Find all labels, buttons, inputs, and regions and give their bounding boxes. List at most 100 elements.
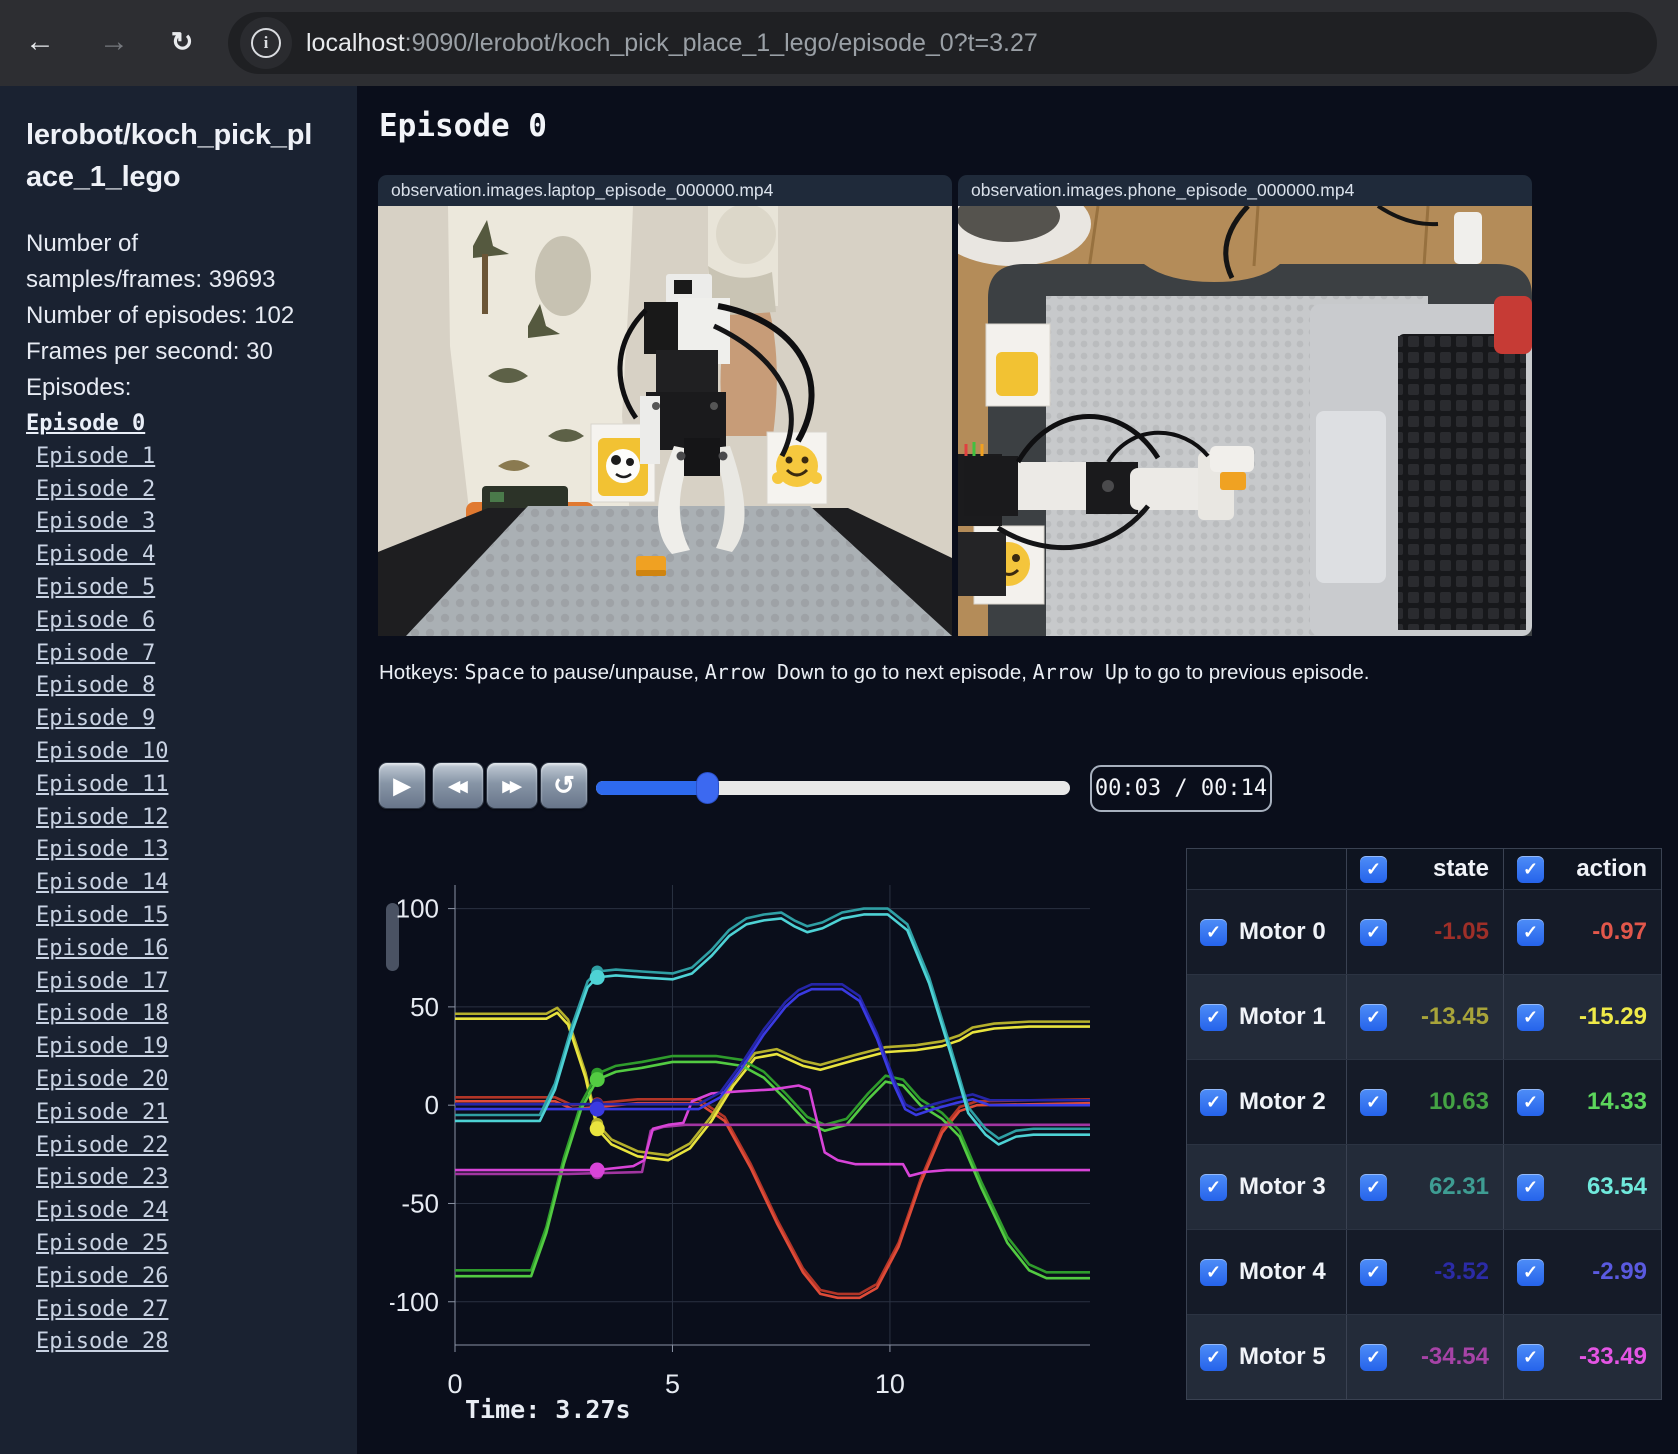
motor-name: Motor 1 <box>1239 1003 1326 1030</box>
episode-link[interactable]: Episode 20 <box>26 1064 168 1097</box>
episode-link[interactable]: Episode 2 <box>26 474 168 507</box>
episode-link[interactable]: Episode 10 <box>26 736 168 769</box>
state-column-checkbox[interactable]: ✓ <box>1360 855 1387 883</box>
episode-link[interactable]: Episode 23 <box>26 1162 168 1195</box>
stat-line: samples/frames: 39693 <box>26 266 276 293</box>
episodes-label: Episodes: <box>26 374 132 401</box>
action-value: 63.54 <box>1586 1173 1647 1200</box>
episode-link[interactable]: Episode 13 <box>26 834 168 867</box>
site-info-button[interactable]: i <box>240 17 292 69</box>
play-icon: ▶ <box>393 772 411 798</box>
svg-text:0: 0 <box>425 1090 439 1120</box>
browser-back-icon[interactable]: ← <box>18 20 62 64</box>
episode-link[interactable]: Episode 0 <box>26 408 168 441</box>
motor-chart[interactable]: -100 -50 0 50 100 0 5 10 <box>387 855 1100 1415</box>
episode-link[interactable]: Episode 17 <box>26 966 168 999</box>
episode-link[interactable]: Episode 22 <box>26 1130 168 1163</box>
sidebar: lerobot/koch_pick_place_1_lego Number of… <box>0 86 357 1454</box>
episode-link[interactable]: Episode 11 <box>26 769 168 802</box>
action-checkbox[interactable]: ✓ <box>1517 1343 1544 1371</box>
motor-row-checkbox[interactable]: ✓ <box>1200 918 1227 946</box>
state-value: -3.52 <box>1434 1258 1489 1285</box>
episode-link[interactable]: Episode 18 <box>26 998 168 1031</box>
loop-button[interactable]: ↺ <box>540 762 588 809</box>
episode-link[interactable]: Episode 12 <box>26 802 168 835</box>
episode-link[interactable]: Episode 14 <box>26 867 168 900</box>
episode-link[interactable]: Episode 4 <box>26 539 168 572</box>
time-display: 00:03 / 00:14 <box>1090 765 1272 812</box>
page-title: Episode 0 <box>379 108 547 144</box>
fast-forward-button[interactable]: ▶▶ <box>486 762 538 809</box>
seek-progress <box>596 781 708 795</box>
action-checkbox[interactable]: ✓ <box>1517 918 1544 946</box>
motor-row-checkbox[interactable]: ✓ <box>1200 1258 1227 1286</box>
action-checkbox[interactable]: ✓ <box>1517 1173 1544 1201</box>
action-checkbox[interactable]: ✓ <box>1517 1088 1544 1116</box>
episode-link[interactable]: Episode 28 <box>26 1326 168 1359</box>
address-bar[interactable]: i localhost:9090/lerobot/koch_pick_place… <box>228 12 1657 74</box>
episode-link[interactable]: Episode 6 <box>26 605 168 638</box>
browser-reload-icon[interactable]: ↻ <box>160 20 204 64</box>
episode-link[interactable]: Episode 21 <box>26 1097 168 1130</box>
browser-forward-icon[interactable]: → <box>92 20 136 64</box>
motor-name: Motor 4 <box>1239 1258 1326 1285</box>
state-value: -34.54 <box>1420 1343 1489 1370</box>
episode-link[interactable]: Episode 5 <box>26 572 168 605</box>
action-column-header: action <box>1576 855 1647 882</box>
stat-line: Frames per second: 30 <box>26 338 273 365</box>
action-column-checkbox[interactable]: ✓ <box>1517 855 1544 883</box>
hotkey-arrow-down: Arrow Down <box>704 660 826 684</box>
play-button[interactable]: ▶ <box>378 762 426 809</box>
motor-row: ✓ Motor 3 ✓ 62.31 ✓ 63.54 <box>1187 1145 1661 1230</box>
state-checkbox[interactable]: ✓ <box>1360 1173 1387 1201</box>
state-checkbox[interactable]: ✓ <box>1360 1088 1387 1116</box>
motor-chart-container: -100 -50 0 50 100 0 5 10 <box>387 855 1100 1420</box>
episode-link[interactable]: Episode 16 <box>26 933 168 966</box>
motor-row-checkbox[interactable]: ✓ <box>1200 1343 1227 1371</box>
action-checkbox[interactable]: ✓ <box>1517 1003 1544 1031</box>
lego-brick <box>1220 472 1246 490</box>
episode-link[interactable]: Episode 25 <box>26 1228 168 1261</box>
episode-link[interactable]: Episode 1 <box>26 441 168 474</box>
action-value: 14.33 <box>1586 1088 1647 1115</box>
loop-icon: ↺ <box>553 770 575 800</box>
state-checkbox[interactable]: ✓ <box>1360 1003 1387 1031</box>
phone-video[interactable] <box>958 206 1532 636</box>
state-cell: ✓ -34.54 <box>1347 1315 1504 1399</box>
motor-name-cell: ✓ Motor 2 <box>1187 1060 1347 1144</box>
motor-row-checkbox[interactable]: ✓ <box>1200 1173 1227 1201</box>
motor-row: ✓ Motor 1 ✓ -13.45 ✓ -15.29 <box>1187 975 1661 1060</box>
state-checkbox[interactable]: ✓ <box>1360 1258 1387 1286</box>
state-value: -13.45 <box>1420 1003 1489 1030</box>
state-checkbox[interactable]: ✓ <box>1360 918 1387 946</box>
info-icon: i <box>251 28 281 58</box>
state-checkbox[interactable]: ✓ <box>1360 1343 1387 1371</box>
episode-link[interactable]: Episode 8 <box>26 670 168 703</box>
episode-link[interactable]: Episode 9 <box>26 703 168 736</box>
episode-link[interactable]: Episode 19 <box>26 1031 168 1064</box>
svg-text:-100: -100 <box>390 1287 439 1317</box>
state-column-header: state <box>1432 855 1489 882</box>
episode-link[interactable]: Episode 24 <box>26 1195 168 1228</box>
motor-name: Motor 3 <box>1239 1173 1326 1200</box>
state-value: 10.63 <box>1428 1088 1489 1115</box>
state-cell: ✓ 10.63 <box>1347 1060 1504 1144</box>
action-checkbox[interactable]: ✓ <box>1517 1258 1544 1286</box>
url-text[interactable]: localhost:9090/lerobot/koch_pick_place_1… <box>306 29 1038 58</box>
episode-link[interactable]: Episode 7 <box>26 638 168 671</box>
episode-link[interactable]: Episode 27 <box>26 1294 168 1327</box>
rewind-button[interactable]: ◀◀ <box>432 762 484 809</box>
video-filename: observation.images.phone_episode_000000.… <box>958 175 1532 206</box>
episode-link[interactable]: Episode 3 <box>26 506 168 539</box>
seek-thumb[interactable] <box>697 773 719 803</box>
video-card-phone: observation.images.phone_episode_000000.… <box>958 175 1532 636</box>
laptop-video[interactable] <box>378 206 952 636</box>
episode-link[interactable]: Episode 15 <box>26 900 168 933</box>
svg-text:5: 5 <box>665 1369 680 1399</box>
seek-slider[interactable] <box>596 771 1070 805</box>
motor-row-checkbox[interactable]: ✓ <box>1200 1003 1227 1031</box>
motor-row-checkbox[interactable]: ✓ <box>1200 1088 1227 1116</box>
episode-link[interactable]: Episode 26 <box>26 1261 168 1294</box>
lerobot-dataset-visualizer: ← → ↻ i localhost:9090/lerobot/koch_pick… <box>0 0 1678 1454</box>
state-cell: ✓ -1.05 <box>1347 890 1504 974</box>
